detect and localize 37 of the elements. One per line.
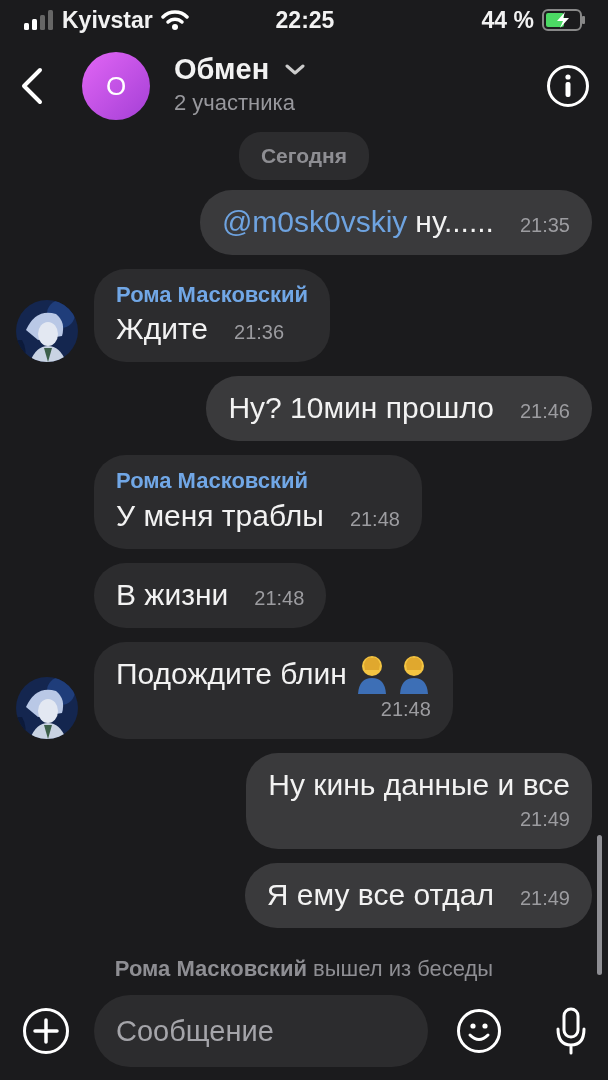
- date-badge: Сегодня: [238, 132, 370, 180]
- message-text: Ждите: [116, 311, 209, 348]
- message-time: 21:49: [519, 885, 570, 911]
- scrollbar[interactable]: [597, 835, 602, 975]
- message-time: 21:48: [254, 585, 305, 611]
- battery-icon: [542, 9, 586, 31]
- carrier-name: Kyivstar: [62, 5, 153, 35]
- wifi-icon: [160, 9, 189, 31]
- add-icon[interactable]: [22, 1007, 70, 1055]
- message-time: 21:49: [519, 806, 570, 832]
- message-text: Ну? 10мин прошло: [228, 390, 494, 427]
- microphone-icon[interactable]: [556, 1007, 586, 1055]
- sender-name[interactable]: Рома Масковский: [116, 467, 400, 496]
- message-time: 21:48: [349, 506, 400, 532]
- message-field[interactable]: Сообщение: [94, 995, 428, 1067]
- message-text: У меня траблы: [116, 497, 324, 534]
- info-icon[interactable]: [546, 64, 590, 108]
- message-text: Подождите блин: [116, 656, 347, 693]
- message-time: 21:46: [519, 399, 570, 425]
- message-text: В жизни: [116, 576, 229, 613]
- message-text: Ну кинь данные и все: [268, 766, 570, 803]
- system-message: Рома Масковский вышел из беседы: [113, 954, 495, 983]
- signal-icon: [24, 10, 54, 30]
- emoji-icon[interactable]: [456, 1008, 502, 1054]
- mention-link[interactable]: @m0sk0vskiy: [221, 201, 408, 241]
- battery-percent: 44 %: [481, 5, 534, 35]
- group-avatar: О: [82, 52, 150, 120]
- clock: 22:25: [274, 5, 336, 35]
- chat-title[interactable]: Обмен: [174, 52, 270, 87]
- sender-name[interactable]: Рома Масковский: [116, 280, 309, 310]
- message-time: 21:35: [519, 212, 570, 238]
- chevron-down-icon[interactable]: [285, 63, 306, 76]
- message-text: ну......: [415, 203, 494, 240]
- message-text: Я ему все отдал: [266, 876, 494, 913]
- participant-count: 2 участника: [174, 89, 296, 118]
- message-time: 21:36: [234, 320, 285, 346]
- message-time: 21:48: [380, 696, 431, 722]
